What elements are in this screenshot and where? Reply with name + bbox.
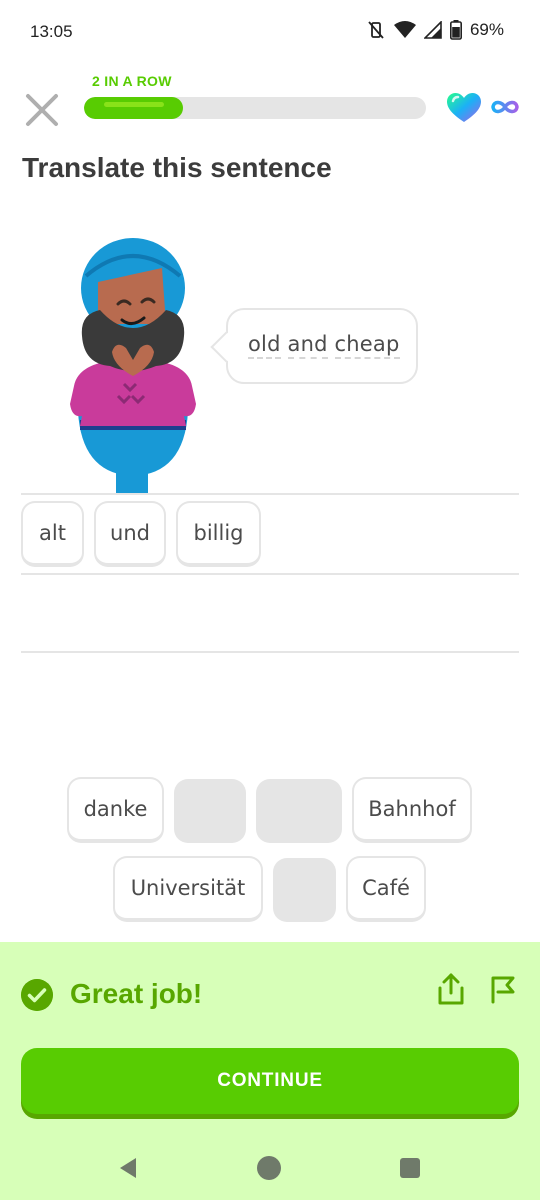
page-title: Translate this sentence xyxy=(22,152,332,183)
answer-line xyxy=(21,651,519,653)
status-icons: 69% xyxy=(366,20,504,40)
answer-tile[interactable]: und xyxy=(94,501,166,567)
word-bank-tile[interactable]: Café xyxy=(346,856,426,922)
progress-fill xyxy=(84,97,184,119)
close-icon[interactable] xyxy=(22,90,62,130)
continue-button[interactable]: CONTINUE xyxy=(21,1048,519,1114)
answer-tile[interactable]: billig xyxy=(176,501,261,567)
mute-vibrate-icon xyxy=(368,21,384,39)
character-illustration xyxy=(70,238,196,494)
status-time: 13:05 xyxy=(30,22,73,41)
back-icon[interactable] xyxy=(116,1156,140,1180)
feedback-title: Great job! xyxy=(70,978,203,1009)
battery-percent: 69% xyxy=(469,20,504,39)
wifi-icon xyxy=(393,21,416,38)
word-bank-empty-slot xyxy=(273,858,336,922)
status-bar: 13:05 69% xyxy=(0,0,540,66)
recents-icon[interactable] xyxy=(400,1158,420,1178)
bubble-word[interactable]: cheap xyxy=(334,332,400,359)
lesson-progress-bar xyxy=(84,97,426,119)
word-bank-tile[interactable]: Bahnhof xyxy=(352,777,472,843)
share-icon[interactable] xyxy=(436,972,466,1006)
answer-line xyxy=(21,493,519,495)
bubble-word[interactable]: and xyxy=(287,332,328,359)
word-bank-empty-slot xyxy=(174,779,246,843)
check-icon xyxy=(21,979,53,1011)
progress-shine xyxy=(104,102,164,107)
signal-icon xyxy=(423,21,442,39)
answer-line xyxy=(21,573,519,575)
flag-icon[interactable] xyxy=(488,974,518,1004)
battery-icon xyxy=(449,20,462,40)
heart-icon[interactable] xyxy=(446,92,482,124)
word-bank-empty-slot xyxy=(256,779,342,843)
infinity-icon xyxy=(491,100,519,114)
bubble-word[interactable]: old xyxy=(248,332,281,359)
streak-label: 2 IN A ROW xyxy=(92,73,172,89)
bubble-sentence: old and cheap xyxy=(248,332,400,359)
word-bank-tile[interactable]: danke xyxy=(67,777,164,843)
answer-tile[interactable]: alt xyxy=(21,501,84,567)
word-bank-tile[interactable]: Universität xyxy=(113,856,263,922)
home-icon[interactable] xyxy=(257,1156,281,1180)
speech-bubble-tail xyxy=(210,331,242,363)
speech-bubble: old and cheap xyxy=(210,308,418,384)
